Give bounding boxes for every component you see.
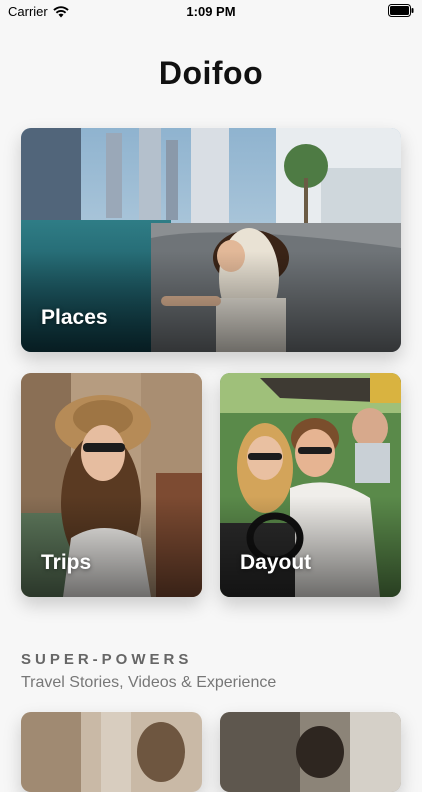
trips-label: Trips: [41, 551, 92, 574]
status-bar: Carrier 1:09 PM: [0, 0, 422, 24]
section-subtitle: Travel Stories, Videos & Experience: [21, 674, 277, 691]
places-card[interactable]: Places: [21, 128, 401, 352]
section-title: SUPER-POWERS: [21, 651, 193, 668]
trips-card[interactable]: Trips: [21, 373, 202, 597]
app-title: Doifoo: [158, 55, 264, 91]
superpower-image-left: [21, 712, 202, 792]
superpower-card-left[interactable]: [21, 712, 202, 792]
superpower-card-right[interactable]: [220, 712, 401, 792]
dayout-card[interactable]: Dayout: [220, 373, 401, 597]
battery-icon: [388, 4, 414, 20]
superpower-image-right: [220, 712, 401, 792]
dayout-label: Dayout: [240, 551, 312, 574]
places-label: Places: [41, 306, 108, 329]
clock: 1:09 PM: [186, 4, 236, 19]
